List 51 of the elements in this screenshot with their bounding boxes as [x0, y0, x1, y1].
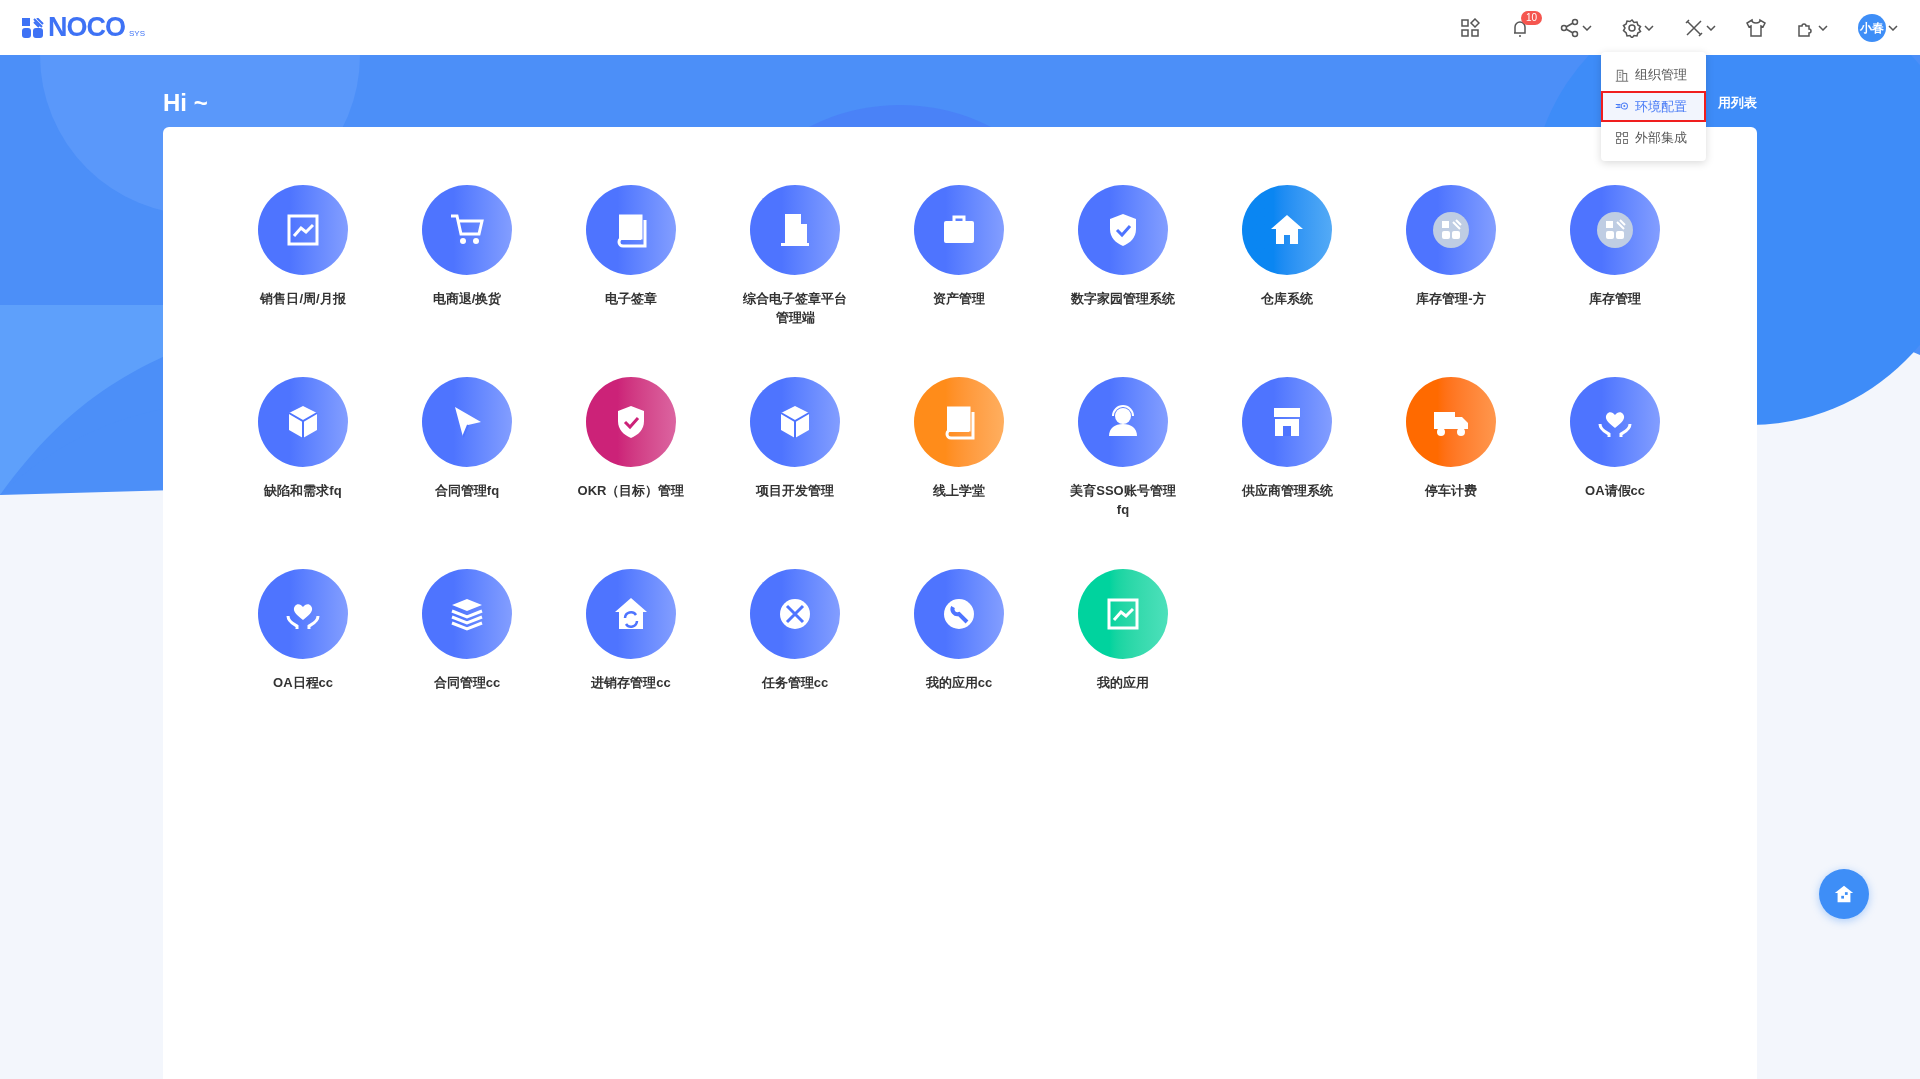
- home-icon: [1833, 883, 1855, 905]
- app-name[interactable]: 销售日/周/月报: [260, 289, 346, 308]
- apps-grid-icon: [1460, 17, 1480, 38]
- share-button[interactable]: [1560, 17, 1592, 38]
- app-name[interactable]: 库存管理-方: [1416, 289, 1486, 308]
- app-name[interactable]: 仓库系统: [1261, 289, 1313, 308]
- app-name[interactable]: 项目开发管理: [756, 481, 834, 500]
- menu-item[interactable]: 组织管理: [1601, 59, 1706, 91]
- app-name[interactable]: 我的应用cc: [925, 673, 993, 692]
- app-name[interactable]: 库存管理: [1589, 289, 1641, 308]
- shirt-button[interactable]: [1746, 17, 1766, 38]
- chevron-down-icon: [1818, 24, 1828, 31]
- logo-text: NOCO: [48, 14, 125, 41]
- app-name[interactable]: 我的应用: [1097, 673, 1149, 692]
- app-name[interactable]: 停车计费: [1425, 481, 1477, 500]
- app-name[interactable]: 线上学堂: [933, 481, 985, 500]
- logo-superscript: SYS: [129, 28, 145, 40]
- app-name[interactable]: OA请假cc: [1585, 481, 1645, 500]
- app-name[interactable]: 进销存管理cc: [591, 673, 671, 692]
- shirt-icon: [1746, 17, 1766, 38]
- menu-item[interactable]: 外部集成: [1601, 122, 1706, 154]
- app-name[interactable]: 合同管理cc: [433, 673, 501, 692]
- apps-grid-button[interactable]: [1460, 17, 1480, 38]
- app-name[interactable]: 电商退/换货: [432, 289, 502, 308]
- notification-count-badge: 10: [1521, 10, 1543, 25]
- logo-icon: [22, 17, 44, 38]
- menu-item[interactable]: 环境配置: [1601, 90, 1706, 122]
- app-name[interactable]: 数字家园管理系统: [1071, 289, 1175, 308]
- app-name[interactable]: 资产管理: [933, 289, 985, 308]
- chevron-down-icon: [1706, 24, 1716, 31]
- app-name[interactable]: 美育SSO账号管理fq: [1068, 481, 1178, 519]
- settings-icon: [1622, 17, 1642, 38]
- app-name[interactable]: 任务管理cc: [761, 673, 829, 692]
- chevron-down-icon: [1888, 24, 1898, 31]
- org-icon: [1615, 67, 1629, 82]
- app-name[interactable]: OKR（目标）管理: [577, 481, 685, 500]
- chevron-down-icon: [1582, 24, 1592, 31]
- app-name[interactable]: 合同管理fq: [434, 481, 500, 500]
- app-name[interactable]: 综合电子签章平台管理端: [740, 289, 850, 327]
- app-name[interactable]: 缺陷和需求fq: [264, 481, 342, 500]
- tools-icon: [1684, 17, 1704, 38]
- greeting-text: Hi ~: [163, 88, 208, 118]
- share-icon: [1560, 17, 1580, 38]
- settings-button[interactable]: [1622, 17, 1654, 38]
- home-float-button[interactable]: [1819, 869, 1869, 919]
- app-name[interactable]: OA日程cc: [273, 673, 333, 692]
- integration-icon: [1615, 130, 1629, 145]
- app-name[interactable]: 电子签章: [605, 289, 657, 308]
- tools-button[interactable]: [1684, 17, 1716, 38]
- app-name[interactable]: 供应商管理系统: [1241, 481, 1333, 500]
- chevron-down-icon: [1644, 24, 1654, 31]
